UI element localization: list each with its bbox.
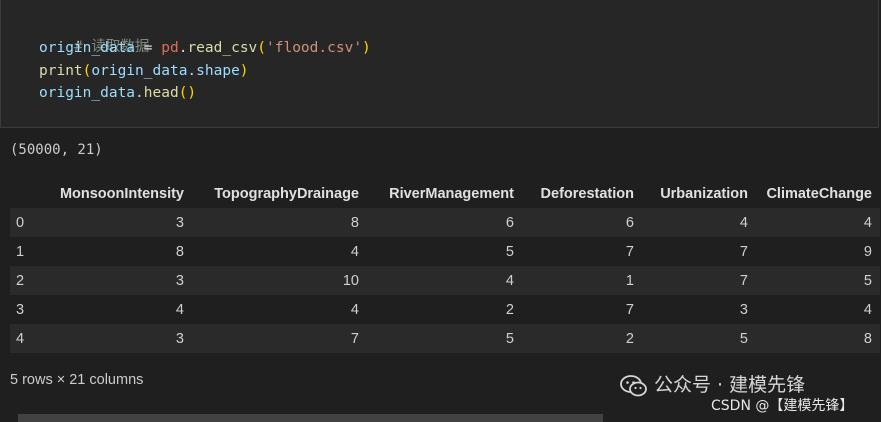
row-index: 2 — [16, 272, 25, 289]
code-token: ( — [257, 40, 267, 56]
table-cell: 4 — [863, 301, 872, 318]
table-cell: 8 — [863, 330, 872, 347]
table-cell: 4 — [739, 214, 748, 231]
code-token: print — [39, 63, 83, 79]
code-line-head: origin_data.head() — [39, 82, 196, 104]
watermark-csdn: CSDN @【建模先锋】 — [711, 398, 854, 414]
column-header: MonsoonIntensity — [32, 179, 192, 208]
table-cell: 3 — [175, 214, 184, 231]
table-cell: 7 — [625, 243, 634, 260]
row-index: 3 — [16, 301, 25, 318]
watermark-text: 公众号 · 建模先锋 — [654, 374, 806, 396]
table-cell: 1 — [625, 272, 634, 289]
code-token: pd — [161, 40, 179, 56]
table-cell: 9 — [863, 243, 872, 260]
code-token: origin_data.shape — [91, 63, 240, 79]
table-cell: 3 — [175, 330, 184, 347]
shape-output: (50000, 21) — [10, 142, 103, 158]
table-cell: 5 — [739, 330, 748, 347]
code-token: head — [143, 85, 179, 101]
code-line-print: print(origin_data.shape) — [39, 60, 249, 82]
code-token: . — [135, 85, 144, 101]
row-index: 1 — [16, 243, 25, 260]
table-cell: 4 — [350, 301, 359, 318]
table-cell: 3 — [739, 301, 748, 318]
table-cell: 10 — [342, 272, 359, 289]
table-row: 2 3 10 4 1 7 5 — [10, 266, 880, 295]
code-token: origin_data — [39, 85, 136, 101]
code-line-comment: # 读取数据 — [39, 14, 149, 55]
table-cell: 5 — [863, 272, 872, 289]
column-header: RiverManagement — [367, 179, 522, 208]
dataframe-summary: 5 rows × 21 columns — [10, 372, 144, 388]
column-header — [10, 179, 32, 208]
dataframe-table: MonsoonIntensity TopographyDrainage Rive… — [10, 179, 880, 353]
table-cell: 5 — [505, 243, 514, 260]
table-cell: 3 — [175, 272, 184, 289]
code-token: 'flood.csv' — [266, 40, 363, 56]
table-cell: 7 — [350, 330, 359, 347]
column-header: ClimateChange — [756, 179, 880, 208]
table-cell: 6 — [505, 214, 514, 231]
table-cell: 2 — [505, 301, 514, 318]
table-row: 0 3 8 6 6 4 4 — [10, 208, 880, 237]
code-token: ) — [239, 63, 249, 79]
column-header: Deforestation — [522, 179, 642, 208]
code-token: () — [178, 85, 197, 101]
table-row: 4 3 7 5 2 5 8 — [10, 324, 880, 353]
code-token: origin_data — [39, 40, 136, 56]
table-cell: 2 — [625, 330, 634, 347]
code-token: = — [135, 40, 162, 56]
table-row: 3 4 4 2 7 3 4 — [10, 295, 880, 324]
table-cell: 8 — [350, 214, 359, 231]
code-token: read_csv — [187, 40, 258, 56]
table-cell: 4 — [175, 301, 184, 318]
table-cell: 6 — [625, 214, 634, 231]
table-cell: 4 — [350, 243, 359, 260]
table-cell: 4 — [863, 214, 872, 231]
table-row: 1 8 4 5 7 7 9 — [10, 237, 880, 266]
code-line-read-csv: origin_data = pd.read_csv('flood.csv') — [39, 37, 371, 59]
scrollbar-thumb[interactable] — [18, 414, 603, 422]
table-cell: 5 — [505, 330, 514, 347]
code-cell[interactable]: # 读取数据 origin_data = pd.read_csv('flood.… — [0, 0, 879, 128]
table-cell: 4 — [505, 272, 514, 289]
wechat-icon — [620, 374, 648, 397]
table-cell: 7 — [739, 243, 748, 260]
table-cell: 8 — [175, 243, 184, 260]
table-header-row: MonsoonIntensity TopographyDrainage Rive… — [10, 179, 880, 208]
column-header: Urbanization — [642, 179, 756, 208]
column-header: TopographyDrainage — [192, 179, 367, 208]
row-index: 0 — [16, 214, 25, 231]
table-cell: 7 — [625, 301, 634, 318]
table-cell: 7 — [739, 272, 748, 289]
code-token: ) — [362, 40, 371, 56]
row-index: 4 — [16, 330, 25, 347]
